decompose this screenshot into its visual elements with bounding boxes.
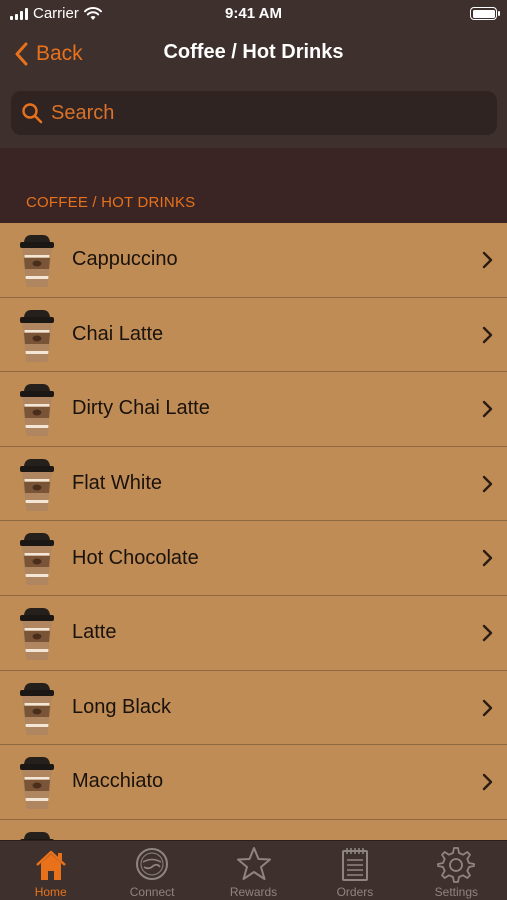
tab-rewards[interactable]: Rewards [203,841,304,900]
navigation-bar: Back Coffee / Hot Drinks [0,28,507,80]
coffee-cup-icon [20,384,54,437]
list-item[interactable]: Dirty Chai Latte [0,372,507,447]
list-item[interactable]: Cappuccino [0,223,507,298]
search-area [0,80,507,148]
section-title: COFFEE / HOT DRINKS [26,194,196,211]
item-label: Long Black [72,695,171,718]
tab-bar: Home Connect Rewards Orders Settings [0,840,507,900]
tab-orders[interactable]: Orders [304,841,405,900]
coffee-cup-icon [20,235,54,287]
list-item[interactable]: Macchiato [0,745,507,820]
list-item[interactable]: Chai Latte [0,298,507,373]
tab-label: Rewards [229,885,278,899]
tab-connect[interactable]: Connect [101,841,202,900]
page-title: Coffee / Hot Drinks [163,41,344,63]
search-input[interactable] [51,101,497,125]
chevron-right-icon [482,624,493,642]
screen: Carrier 9:41 AM Back Coffee / Hot Drinks [0,0,507,900]
coffee-cup-icon [20,682,54,735]
tab-home[interactable]: Home [0,841,101,900]
connect-icon [136,848,169,880]
item-label: Flat White [72,472,163,495]
tab-label: Orders [336,885,374,899]
coffee-cup-icon [20,309,54,362]
list-item[interactable]: Flat White [0,447,507,522]
status-bar: Carrier 9:41 AM [0,0,507,28]
drink-list[interactable]: Cappuccino Chai Latte Dirty Chai Latte F… [0,223,507,840]
chevron-right-icon [482,550,493,567]
list-item-partial[interactable] [0,820,507,840]
status-time: 9:41 AM [225,5,282,22]
section-header: COFFEE / HOT DRINKS [0,148,507,223]
tab-label: Connect [129,885,175,899]
item-label: Cappuccino [72,248,178,271]
tab-settings[interactable]: Settings [406,841,507,900]
chevron-right-icon [482,400,493,418]
chevron-right-icon [482,251,493,269]
chevron-right-icon [482,773,493,791]
star-icon [236,847,271,880]
chevron-right-icon [482,326,493,343]
search-icon [22,103,43,124]
item-label: Latte [72,621,117,644]
item-label: Hot Chocolate [72,546,199,569]
home-icon [35,850,66,880]
coffee-cup-icon [20,458,54,511]
coffee-cup-icon [20,757,54,810]
gear-icon [437,847,476,883]
list-item[interactable]: Hot Chocolate [0,521,507,596]
tab-label: Settings [434,885,478,899]
item-label: Chai Latte [72,322,164,345]
coffee-cup-icon [20,533,54,586]
chevron-right-icon [482,699,493,716]
coffee-cup-icon [20,607,54,660]
search-field[interactable] [11,91,497,135]
item-label: Macchiato [72,770,164,793]
list-item[interactable]: Long Black [0,671,507,746]
list-item[interactable]: Latte [0,596,507,671]
chevron-right-icon [482,475,493,492]
notepad-icon [341,848,368,881]
item-label: Dirty Chai Latte [72,397,210,420]
tab-label: Home [34,885,67,899]
coffee-cup-icon [20,831,54,840]
battery-icon [470,7,500,20]
